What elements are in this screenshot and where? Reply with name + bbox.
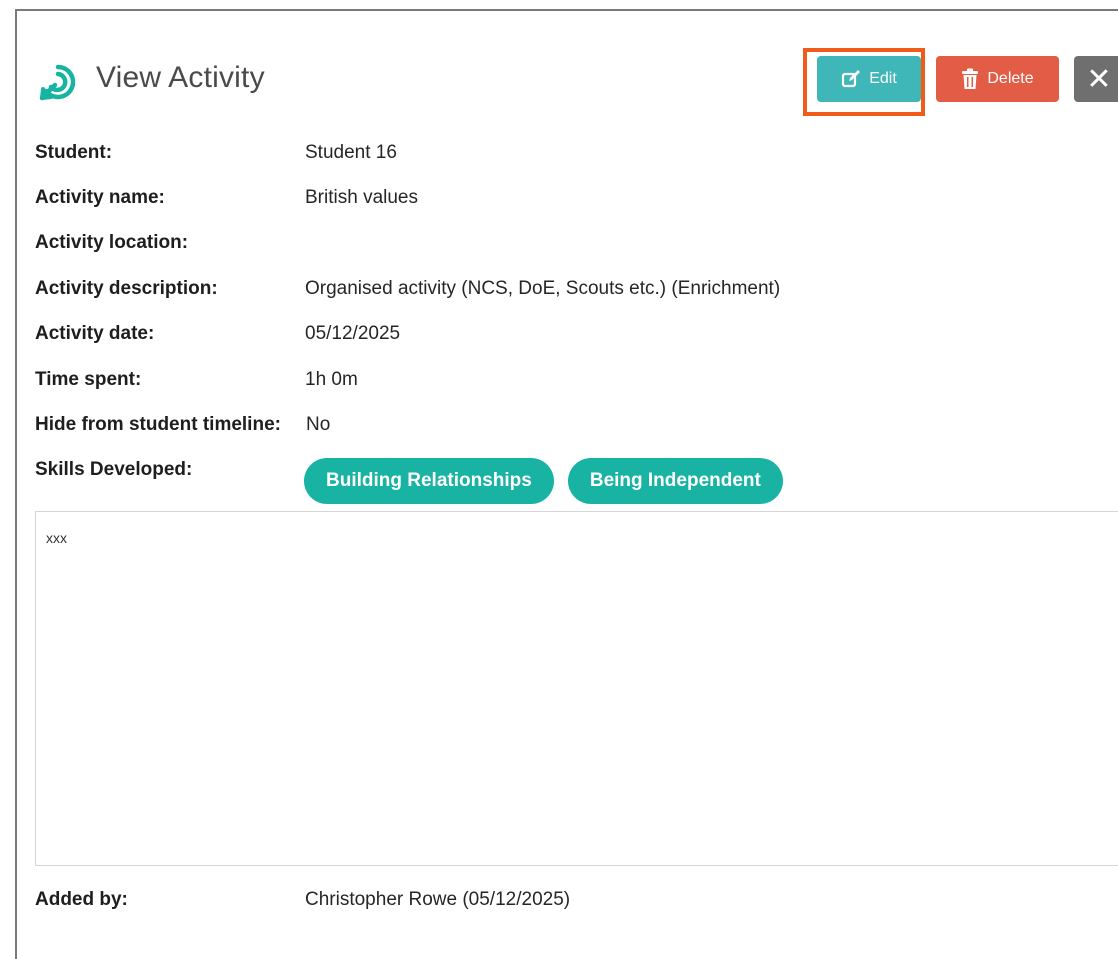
- activity-location-label: Activity location:: [35, 232, 189, 253]
- swirl-arrow-icon: [39, 63, 77, 101]
- activity-name-value: British values: [305, 187, 418, 208]
- hide-timeline-label: Hide from student timeline:: [35, 414, 281, 435]
- activity-description-value: Organised activity (NCS, DoE, Scouts etc…: [305, 278, 781, 299]
- skill-chip[interactable]: Building Relationships: [304, 458, 554, 504]
- student-label: Student:: [35, 142, 113, 163]
- close-icon: ✕: [1086, 62, 1112, 96]
- activity-description-label: Activity description:: [35, 278, 218, 299]
- close-button[interactable]: ✕: [1074, 56, 1118, 102]
- edit-pencil-icon: [841, 69, 861, 89]
- activity-name-label: Activity name:: [35, 187, 165, 208]
- view-activity-modal: View Activity Edit Delete ✕ Student: Stu…: [15, 9, 1118, 959]
- activity-notes-text: xxx: [46, 530, 67, 546]
- time-spent-label: Time spent:: [35, 369, 142, 390]
- delete-button[interactable]: Delete: [936, 56, 1059, 102]
- added-by-label: Added by:: [35, 889, 128, 910]
- hide-timeline-value: No: [306, 414, 331, 435]
- skills-chip-list: Building Relationships Being Independent: [304, 458, 783, 504]
- activity-notes-box: xxx: [35, 511, 1118, 866]
- edit-button[interactable]: Edit: [817, 56, 921, 102]
- skill-chip[interactable]: Being Independent: [567, 458, 783, 504]
- skills-label: Skills Developed:: [35, 459, 193, 480]
- trash-icon: [961, 68, 979, 90]
- added-by-value: Christopher Rowe (05/12/2025): [305, 889, 571, 910]
- delete-button-label: Delete: [987, 70, 1034, 87]
- edit-button-label: Edit: [869, 70, 897, 87]
- time-spent-value: 1h 0m: [305, 369, 358, 390]
- page-title: View Activity: [96, 61, 265, 94]
- modal-header: View Activity Edit Delete ✕: [17, 11, 1118, 131]
- activity-date-value: 05/12/2025: [305, 323, 401, 344]
- activity-date-label: Activity date:: [35, 323, 155, 344]
- student-value: Student 16: [305, 142, 397, 163]
